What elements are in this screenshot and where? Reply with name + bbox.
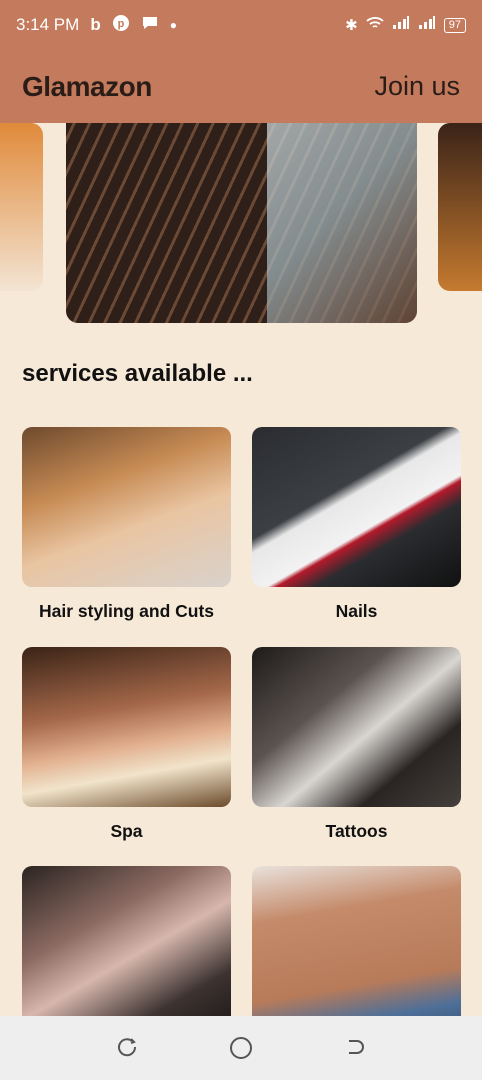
service-card-tattoos[interactable]: Tattoos: [252, 647, 461, 842]
belly-chain-photo[interactable]: [252, 866, 461, 1026]
wifi-icon: [366, 16, 384, 34]
signal-icon: [392, 16, 410, 34]
join-us-link[interactable]: Join us: [374, 71, 460, 102]
bluetooth-icon: ✱: [345, 17, 358, 34]
signal-icon: [418, 16, 436, 34]
hot-stone-massage-photo[interactable]: [22, 647, 231, 807]
service-card-nails[interactable]: Nails: [252, 427, 461, 622]
hair-braids-photo[interactable]: [22, 427, 231, 587]
status-left: 3:14 PM b p ●: [16, 14, 177, 37]
image-carousel[interactable]: [0, 123, 482, 328]
tattoo-machine-photo[interactable]: [252, 647, 461, 807]
status-bar: 3:14 PM b p ● ✱ 97: [0, 0, 482, 50]
app-bar: Glamazon Join us: [0, 50, 482, 123]
back-button[interactable]: [335, 1028, 375, 1068]
system-navigation-bar: [0, 1016, 482, 1080]
dot-icon: ●: [169, 18, 177, 32]
service-card-hair[interactable]: Hair styling and Cuts: [22, 427, 231, 622]
service-card-makeup[interactable]: [22, 866, 231, 1026]
status-time: 3:14 PM: [16, 15, 80, 34]
svg-text:p: p: [117, 18, 124, 30]
recents-button[interactable]: [107, 1028, 147, 1068]
service-label: Spa: [110, 821, 143, 841]
home-button[interactable]: [221, 1028, 261, 1068]
bing-icon: b: [90, 15, 101, 34]
recents-icon: [118, 1038, 137, 1057]
home-icon: [230, 1037, 252, 1059]
nail-polish-swatches-photo[interactable]: [252, 427, 461, 587]
carousel-image-prev[interactable]: [0, 123, 43, 291]
services-section-title: services available ...: [22, 360, 253, 387]
carousel-image-current[interactable]: [66, 123, 417, 323]
status-right: ✱ 97: [345, 16, 466, 34]
service-card-spa[interactable]: Spa: [22, 647, 231, 842]
pinterest-icon: p: [112, 14, 130, 37]
service-card-piercing[interactable]: [252, 866, 461, 1026]
chat-bubble-icon: [141, 15, 159, 36]
service-label: Tattoos: [325, 821, 388, 841]
service-label: Hair styling and Cuts: [38, 601, 215, 621]
app-title: Glamazon: [22, 70, 152, 102]
service-label: Nails: [335, 601, 378, 621]
carousel-image-next[interactable]: [438, 123, 482, 291]
battery-indicator: 97: [443, 17, 466, 33]
makeup-collage-photo[interactable]: [22, 866, 231, 1026]
back-icon: [349, 1040, 364, 1054]
